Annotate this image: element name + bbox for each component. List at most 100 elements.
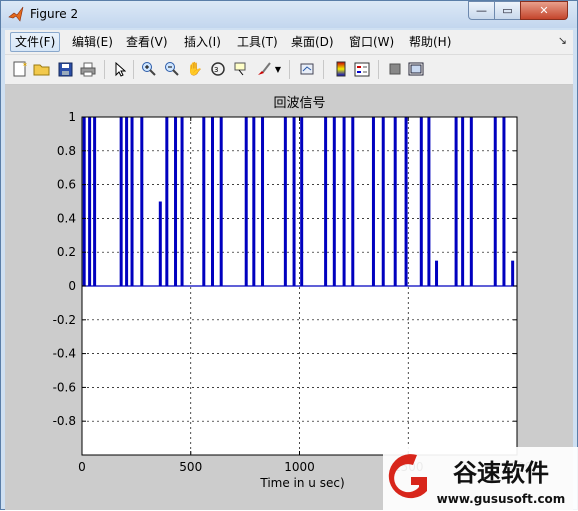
x-tick-label: 0 [78,460,86,474]
signal-pulse [165,117,169,286]
toolbar-separator [323,60,324,79]
signal-pulse [404,117,408,286]
open-file-icon[interactable] [33,60,51,78]
title-bar[interactable]: Figure 2 — ▭ ✕ [1,1,577,28]
pan-hand-icon[interactable]: ✋ [186,60,204,78]
signal-pulse [511,260,515,286]
figure-toolbar: ✶ ✋ 3 ▼ [5,55,573,85]
signal-pulse [88,117,92,286]
signal-pulse [93,117,97,286]
svg-text:3: 3 [214,66,218,74]
plot-svg[interactable]: -0.8-0.6-0.4-0.200.20.40.60.810500100015… [5,85,573,503]
y-tick-label: 0.8 [57,144,76,158]
window-title: Figure 2 [30,7,79,21]
colorbar-icon[interactable] [332,60,350,78]
toolbar-separator [378,60,379,79]
hide-plot-tools-icon[interactable] [386,60,404,78]
signal-pulse [371,117,375,286]
signal-pulse [252,117,256,286]
y-tick-label: 0.2 [57,245,76,259]
link-plot-icon[interactable] [298,60,316,78]
menu-overflow-icon[interactable]: ↘ [558,34,567,47]
toolbar-separator [104,60,105,79]
zoom-out-icon[interactable] [163,60,181,78]
watermark-logo: 谷速软件 www.gususoft.com [383,447,578,511]
signal-pulse [332,117,336,286]
signal-pulse [202,117,206,286]
show-plot-tools-icon[interactable] [407,60,425,78]
figure-window: Figure 2 — ▭ ✕ 文件(F) 编辑(E) 查看(V) 插入(I) 工… [0,0,578,511]
signal-pulse [393,117,397,286]
pointer-icon[interactable] [111,60,129,78]
menu-tools[interactable]: 工具(T) [233,33,282,51]
maximize-button[interactable]: ▭ [494,1,521,20]
watermark-brand: 谷速软件 [453,459,549,487]
brush-icon[interactable] [255,60,273,78]
svg-text:✶: ✶ [22,61,27,69]
rotate-3d-icon[interactable]: 3 [209,60,227,78]
signal-pulse [244,117,248,286]
signal-pulse [130,117,134,286]
signal-pulse [119,117,123,286]
y-tick-label: 0.6 [57,178,76,192]
signal-pulse [342,117,346,286]
minimize-button[interactable]: — [468,1,495,20]
signal-pulse [502,117,506,286]
signal-pulse [435,260,439,286]
y-tick-label: 0.4 [57,211,76,225]
x-tick-label: 1000 [284,460,315,474]
menu-file[interactable]: 文件(F) [10,32,61,52]
signal-pulse [381,117,385,286]
signal-pulse [419,117,423,286]
signal-pulse [461,117,465,286]
signal-pulse [292,117,296,286]
signal-pulse [158,201,162,286]
y-tick-label: -0.8 [53,414,76,428]
signal-pulse [324,117,328,286]
figure-canvas[interactable]: -0.8-0.6-0.4-0.200.20.40.60.810500100015… [5,85,573,503]
signal-pulse [493,117,497,286]
menu-desktop[interactable]: 桌面(D) [287,33,338,51]
signal-pulse [454,117,458,286]
y-tick-label: -0.4 [53,347,76,361]
menu-insert[interactable]: 插入(I) [180,33,225,51]
y-tick-label: 0 [68,279,76,293]
save-icon[interactable] [56,60,74,78]
print-icon[interactable] [79,60,97,78]
maximize-icon: ▭ [502,4,513,17]
close-button[interactable]: ✕ [520,1,568,20]
signal-pulse [219,117,223,286]
menu-window[interactable]: 窗口(W) [345,33,398,51]
signal-pulse [180,117,184,286]
x-tick-label: 500 [179,460,202,474]
legend-icon[interactable] [353,60,371,78]
y-tick-label: -0.2 [53,313,76,327]
y-tick-label: 1 [68,110,76,124]
new-figure-icon[interactable]: ✶ [11,60,29,78]
signal-pulse [125,117,129,286]
toolbar-separator [133,60,134,79]
toolbar-separator [289,60,290,79]
zoom-in-icon[interactable] [140,60,158,78]
chart-title: 回波信号 [273,96,325,111]
close-icon: ✕ [539,4,549,17]
brush-dropdown-icon[interactable]: ▼ [273,60,283,78]
signal-pulse [211,117,214,286]
signal-pulse [261,117,265,286]
menu-view[interactable]: 查看(V) [122,33,172,51]
minimize-icon: — [476,4,487,17]
signal-pulse [283,117,287,286]
watermark-url: www.gususoft.com [437,492,566,506]
signal-pulse [300,117,304,286]
menu-help[interactable]: 帮助(H) [405,33,455,51]
x-axis-label: Time in u sec) [259,476,344,490]
menu-bar: 文件(F) 编辑(E) 查看(V) 插入(I) 工具(T) 桌面(D) 窗口(W… [5,30,573,55]
y-tick-label: -0.6 [53,380,76,394]
signal-pulse [469,117,473,286]
signal-pulse [140,117,144,286]
data-cursor-icon[interactable] [232,60,250,78]
signal-pulse [174,117,178,286]
matlab-logo-icon [8,6,24,22]
menu-edit[interactable]: 编辑(E) [68,33,117,51]
signal-pulse [351,117,355,286]
